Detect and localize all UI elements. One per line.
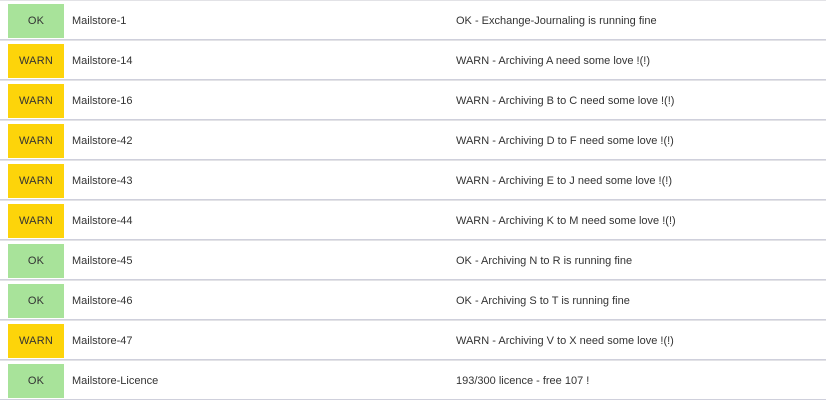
state-badge[interactable]: WARN (8, 324, 64, 358)
service-row[interactable]: WARN Mailstore-43 WARN - Archiving E to … (0, 160, 826, 200)
row-divider (0, 280, 826, 281)
row-divider (0, 80, 826, 81)
row-divider (0, 200, 826, 201)
status-output: OK - Exchange-Journaling is running fine (456, 15, 657, 27)
service-name[interactable]: Mailstore-42 (72, 124, 133, 158)
service-name[interactable]: Mailstore-14 (72, 44, 133, 78)
state-badge[interactable]: OK (8, 4, 64, 38)
row-divider (0, 399, 826, 400)
service-row[interactable]: WARN Mailstore-42 WARN - Archiving D to … (0, 120, 826, 160)
service-name[interactable]: Mailstore-16 (72, 84, 133, 118)
status-output: WARN - Archiving E to J need some love !… (456, 175, 672, 187)
service-row[interactable]: WARN Mailstore-47 WARN - Archiving V to … (0, 320, 826, 360)
service-row[interactable]: OK Mailstore-Licence 193/300 licence - f… (0, 360, 826, 400)
status-output: WARN - Archiving D to F need some love !… (456, 135, 674, 147)
status-output: OK - Archiving S to T is running fine (456, 295, 630, 307)
service-name[interactable]: Mailstore-43 (72, 164, 133, 198)
status-output: WARN - Archiving B to C need some love !… (456, 95, 675, 107)
service-row[interactable]: OK Mailstore-45 OK - Archiving N to R is… (0, 240, 826, 280)
row-divider (0, 0, 826, 1)
row-divider (0, 240, 826, 241)
service-row[interactable]: WARN Mailstore-14 WARN - Archiving A nee… (0, 40, 826, 80)
row-divider (0, 160, 826, 161)
service-status-table: OK Mailstore-1 OK - Exchange-Journaling … (0, 0, 826, 405)
row-divider (0, 40, 826, 41)
state-badge[interactable]: WARN (8, 44, 64, 78)
state-badge[interactable]: OK (8, 364, 64, 398)
state-badge[interactable]: WARN (8, 124, 64, 158)
service-name[interactable]: Mailstore-46 (72, 284, 133, 318)
state-badge[interactable]: WARN (8, 164, 64, 198)
status-output: OK - Archiving N to R is running fine (456, 255, 633, 267)
service-name[interactable]: Mailstore-47 (72, 324, 133, 358)
status-output: WARN - Archiving A need some love !(!) (456, 55, 650, 67)
service-name[interactable]: Mailstore-45 (72, 244, 133, 278)
status-output: WARN - Archiving K to M need some love !… (456, 215, 676, 227)
state-badge[interactable]: WARN (8, 204, 64, 238)
state-badge[interactable]: OK (8, 244, 64, 278)
service-name[interactable]: Mailstore-Licence (72, 364, 158, 398)
row-divider (0, 320, 826, 321)
service-name[interactable]: Mailstore-1 (72, 4, 126, 38)
service-name[interactable]: Mailstore-44 (72, 204, 133, 238)
service-row[interactable]: OK Mailstore-1 OK - Exchange-Journaling … (0, 0, 826, 40)
service-row[interactable]: WARN Mailstore-44 WARN - Archiving K to … (0, 200, 826, 240)
service-row[interactable]: WARN Mailstore-16 WARN - Archiving B to … (0, 80, 826, 120)
status-output: WARN - Archiving V to X need some love !… (456, 335, 674, 347)
state-badge[interactable]: OK (8, 284, 64, 318)
row-divider (0, 120, 826, 121)
row-divider (0, 360, 826, 361)
service-row[interactable]: OK Mailstore-46 OK - Archiving S to T is… (0, 280, 826, 320)
status-output: 193/300 licence - free 107 ! (456, 375, 590, 387)
state-badge[interactable]: WARN (8, 84, 64, 118)
